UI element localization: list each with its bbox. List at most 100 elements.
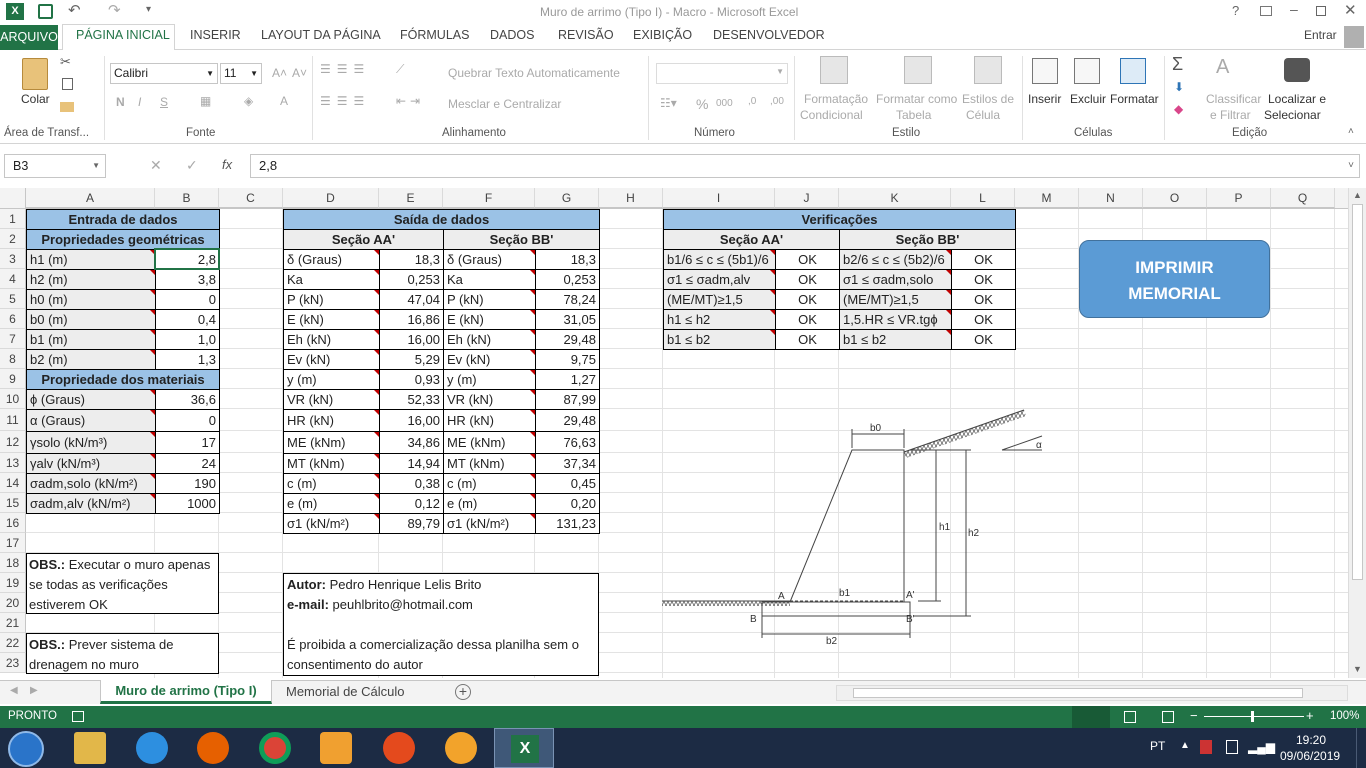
row-header-6[interactable]: 6 [0, 309, 26, 329]
ribbon-display-icon[interactable] [1260, 6, 1272, 16]
paste-button[interactable]: Colar [21, 92, 50, 106]
font-name-select[interactable]: Calibri ▼ [110, 63, 218, 84]
saida-bb-value[interactable]: 37,34 [535, 453, 600, 474]
saida-bb-label[interactable]: E (kN) [443, 309, 536, 330]
saida-aa-value[interactable]: 52,33 [379, 389, 444, 410]
row-header-21[interactable]: 21 [0, 613, 26, 633]
mat-value[interactable]: 24 [155, 453, 220, 474]
zoom-level[interactable]: 100% [1330, 710, 1359, 722]
row-header-13[interactable]: 13 [0, 453, 26, 473]
column-header-e[interactable]: E [379, 188, 443, 208]
internet-explorer-icon[interactable] [136, 732, 168, 764]
column-header-c[interactable]: C [219, 188, 283, 208]
saida-bb-value[interactable]: 9,75 [535, 349, 600, 370]
tab-dados[interactable]: DADOS [490, 28, 534, 50]
row-header-16[interactable]: 16 [0, 513, 26, 533]
normal-view-icon[interactable] [1072, 706, 1110, 728]
align-top-icon[interactable]: ☰☰☰ [320, 62, 370, 76]
saida-bb-label[interactable]: VR (kN) [443, 389, 536, 410]
column-header-i[interactable]: I [663, 188, 775, 208]
saida-aa-label[interactable]: ME (kNm) [283, 431, 380, 454]
saida-aa-value[interactable]: 14,94 [379, 453, 444, 474]
column-header-d[interactable]: D [283, 188, 379, 208]
column-header-h[interactable]: H [599, 188, 663, 208]
tab-arquivo[interactable]: ARQUIVO [0, 25, 58, 50]
saida-aa-value[interactable]: 47,04 [379, 289, 444, 310]
sheet-tab-muro[interactable]: Muro de arrimo (Tipo I) [100, 680, 272, 704]
tray-app-icon[interactable] [1200, 740, 1212, 754]
verif-bb-status[interactable]: OK [951, 249, 1016, 270]
row-header-15[interactable]: 15 [0, 493, 26, 513]
verif-aa-status[interactable]: OK [775, 249, 840, 270]
saida-aa-value[interactable]: 16,86 [379, 309, 444, 330]
verif-aa-condition[interactable]: σ1 ≤ σadm,alv [663, 269, 776, 290]
name-box[interactable]: B3 ▼ [4, 154, 106, 178]
zoom-in-icon[interactable]: + [1306, 708, 1314, 723]
saida-bb-value[interactable]: 18,3 [535, 249, 600, 270]
action-center-icon[interactable] [1226, 740, 1238, 754]
mat-label[interactable]: γsolo (kN/m³) [26, 431, 156, 454]
row-header-3[interactable]: 3 [0, 249, 26, 269]
zoom-slider-thumb[interactable] [1251, 711, 1254, 722]
autosum-icon[interactable]: Σ [1172, 54, 1183, 75]
saida-aa-label[interactable]: Ka [283, 269, 380, 290]
saida-bb-value[interactable]: 1,27 [535, 369, 600, 390]
tab-pagina-inicial[interactable]: PÁGINA INICIAL [76, 28, 170, 50]
saida-bb-label[interactable]: P (kN) [443, 289, 536, 310]
format-table-icon[interactable] [904, 56, 932, 84]
save-icon[interactable] [38, 4, 53, 19]
column-header-o[interactable]: O [1143, 188, 1207, 208]
start-button-icon[interactable] [8, 731, 44, 767]
row-header-2[interactable]: 2 [0, 229, 26, 249]
font-size-select[interactable]: 11 ▼ [220, 63, 262, 84]
saida-bb-value[interactable]: 131,23 [535, 513, 600, 534]
column-header-l[interactable]: L [951, 188, 1015, 208]
verif-aa-header[interactable]: Seção AA' [663, 229, 840, 250]
geo-label[interactable]: b2 (m) [26, 349, 156, 370]
tab-inserir[interactable]: INSERIR [190, 28, 241, 50]
clear-icon[interactable]: ◆ [1174, 102, 1183, 116]
saida-bb-label[interactable]: Eh (kN) [443, 329, 536, 350]
percent-button[interactable]: % [696, 96, 708, 112]
row-header-10[interactable]: 10 [0, 389, 26, 409]
currency-icon[interactable]: ☷▾ [660, 96, 677, 110]
sheet-tab-memorial[interactable]: Memorial de Cálculo [286, 684, 405, 699]
row-header-7[interactable]: 7 [0, 329, 26, 349]
verif-aa-condition[interactable]: b1 ≤ b2 [663, 329, 776, 350]
paste-icon[interactable] [22, 58, 48, 90]
verif-aa-status[interactable]: OK [775, 289, 840, 310]
cell-styles-button[interactable]: Estilos de [962, 92, 1014, 106]
tab-revisao[interactable]: REVISÃO [558, 28, 614, 50]
mat-header[interactable]: Propriedade dos materiais [26, 369, 220, 390]
row-header-12[interactable]: 12 [0, 431, 26, 453]
verif-bb-condition[interactable]: b1 ≤ b2 [839, 329, 952, 350]
saida-aa-header[interactable]: Seção AA' [283, 229, 444, 250]
restore-button[interactable] [1316, 6, 1326, 16]
chrome-icon[interactable] [259, 732, 291, 764]
row-header-18[interactable]: 18 [0, 553, 26, 573]
tab-exibicao[interactable]: EXIBIÇÃO [633, 28, 692, 50]
bold-button[interactable]: N [116, 95, 125, 109]
saida-bb-value[interactable]: 76,63 [535, 431, 600, 454]
horizontal-scrollbar[interactable] [836, 685, 1348, 701]
shrink-font-icon[interactable]: A˅ [292, 66, 307, 80]
insert-cells-button[interactable]: Inserir [1028, 92, 1061, 106]
tab-formulas[interactable]: FÓRMULAS [400, 28, 469, 50]
conditional-format-button[interactable]: Formatação [804, 92, 868, 106]
saida-aa-value[interactable]: 18,3 [379, 249, 444, 270]
cut-icon[interactable]: ✂ [60, 54, 71, 70]
saida-aa-label[interactable]: VR (kN) [283, 389, 380, 410]
mat-value[interactable]: 1000 [155, 493, 220, 514]
saida-aa-label[interactable]: δ (Graus) [283, 249, 380, 270]
media-player-icon[interactable] [320, 732, 352, 764]
geo-label[interactable]: h0 (m) [26, 289, 156, 310]
clock-date[interactable]: 09/06/2019 [1280, 749, 1340, 763]
orientation-icon[interactable]: ⟋ [396, 62, 404, 77]
saida-aa-value[interactable]: 0,93 [379, 369, 444, 390]
find-select-button[interactable]: Localizar e [1268, 92, 1326, 106]
saida-aa-label[interactable]: P (kN) [283, 289, 380, 310]
row-header-17[interactable]: 17 [0, 533, 26, 553]
find-select-icon[interactable] [1284, 58, 1310, 82]
scroll-down-icon[interactable]: ▼ [1353, 664, 1362, 674]
undo-icon[interactable]: ↶ [68, 1, 81, 19]
